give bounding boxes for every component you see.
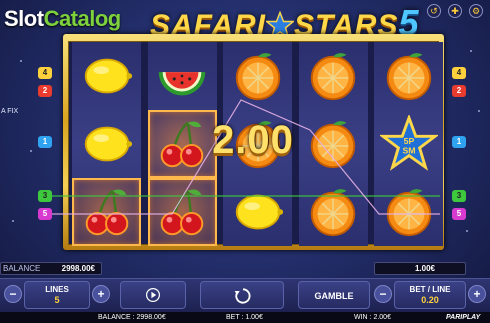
payline-badge-left-3[interactable]: 3: [38, 190, 52, 202]
orange-symbol: [374, 42, 443, 110]
gamble-button[interactable]: GAMBLE: [298, 281, 370, 309]
payline-badge-left-5[interactable]: 5: [38, 208, 52, 220]
background-star: [466, 230, 468, 232]
lemon-symbol: [72, 110, 141, 178]
star-icon: 5PSM: [379, 115, 438, 171]
payline-badge-right-5[interactable]: 5: [452, 208, 466, 220]
balance-value: 2998.00€: [61, 264, 95, 273]
orange-symbol: [223, 42, 292, 110]
provider-brand: PARIPLAY: [446, 314, 481, 321]
status-win: WIN : 2.00€: [354, 314, 391, 321]
svg-text:SM: SM: [402, 146, 415, 156]
spin-button[interactable]: [200, 281, 284, 309]
star-symbol: 5P SM: [374, 110, 443, 178]
cherry-symbol: [147, 178, 217, 246]
gamble-label: GAMBLE: [314, 291, 354, 301]
orange-icon: [310, 189, 356, 237]
bet-value: 1.00€: [414, 264, 435, 273]
provider-tag: A FIX: [1, 108, 19, 115]
cherry-icon: [85, 189, 128, 236]
status-balance: BALANCE : 2998.00€: [98, 314, 166, 321]
payline-badge-right-4[interactable]: 4: [452, 67, 466, 79]
background-star: [20, 60, 22, 62]
status-bet: BET : 1.00€: [226, 314, 263, 321]
payline-badge-left-2[interactable]: 2: [38, 85, 52, 97]
reel-column-1: [72, 42, 141, 246]
svg-text:5P: 5P: [403, 136, 414, 146]
lines-value: 5: [54, 295, 60, 305]
payline-badge-left-1[interactable]: 1: [38, 136, 52, 148]
lemon-symbol: [223, 178, 292, 246]
background-star: [12, 220, 14, 222]
payline-badge-left-4[interactable]: 4: [38, 67, 52, 79]
play-icon: [146, 288, 160, 302]
lines-label: LINES: [45, 285, 69, 294]
cherry-symbol: [72, 178, 141, 246]
status-bar: BALANCE : 2998.00€ BET : 1.00€ WIN : 2.0…: [0, 312, 490, 323]
balance-label: BALANCE: [3, 264, 41, 273]
balance-pill: BALANCE 2998.00€: [0, 262, 102, 275]
cherry-icon: [160, 189, 204, 236]
slotcatalog-logo: SlotCatalog: [4, 6, 121, 32]
background-star: [478, 110, 480, 112]
orange-icon: [386, 53, 431, 101]
background-star: [30, 150, 32, 152]
bet-line-label: BET / LINE: [409, 285, 451, 294]
payline-badge-right-3[interactable]: 3: [452, 190, 466, 202]
watermelon-symbol: [148, 42, 217, 110]
watermelon-icon: [158, 72, 206, 96]
game-title: SAFARI STARS5: [150, 2, 420, 43]
language-flag-icon[interactable]: ✚: [448, 4, 462, 18]
payline-badge-right-2[interactable]: 2: [452, 85, 466, 97]
bet-line-panel: BET / LINE 0.20: [394, 281, 466, 309]
payline-badge-right-1[interactable]: 1: [452, 136, 466, 148]
orange-symbol: [374, 178, 443, 246]
bet-pill: 1.00€: [374, 262, 466, 275]
settings-icon[interactable]: ⚙: [469, 4, 483, 18]
history-icon[interactable]: ↺: [427, 4, 441, 18]
win-amount-display: 2.00: [212, 118, 294, 162]
bet-plus-button[interactable]: +: [468, 285, 486, 303]
background-star: [470, 50, 472, 52]
lemon-icon: [84, 58, 132, 94]
orange-icon: [310, 53, 356, 101]
orange-icon: [235, 53, 280, 101]
bet-minus-button[interactable]: −: [374, 285, 392, 303]
lines-plus-button[interactable]: +: [92, 285, 110, 303]
orange-symbol: [299, 42, 368, 110]
spin-icon: [234, 288, 251, 304]
orange-icon: [386, 189, 431, 237]
lemon-symbol: [72, 42, 141, 110]
lemon-icon: [235, 194, 283, 230]
lines-minus-button[interactable]: −: [4, 285, 22, 303]
lines-panel: LINES 5: [24, 281, 90, 309]
lemon-icon: [84, 126, 132, 162]
orange-symbol: [299, 178, 368, 246]
logo-text-slot: Slot: [4, 6, 44, 31]
reel-column-5: 5P SM: [374, 42, 443, 246]
logo-text-catalog: Catalog: [43, 6, 122, 31]
bet-line-value: 0.20: [421, 295, 439, 305]
autoplay-button[interactable]: [120, 281, 186, 309]
